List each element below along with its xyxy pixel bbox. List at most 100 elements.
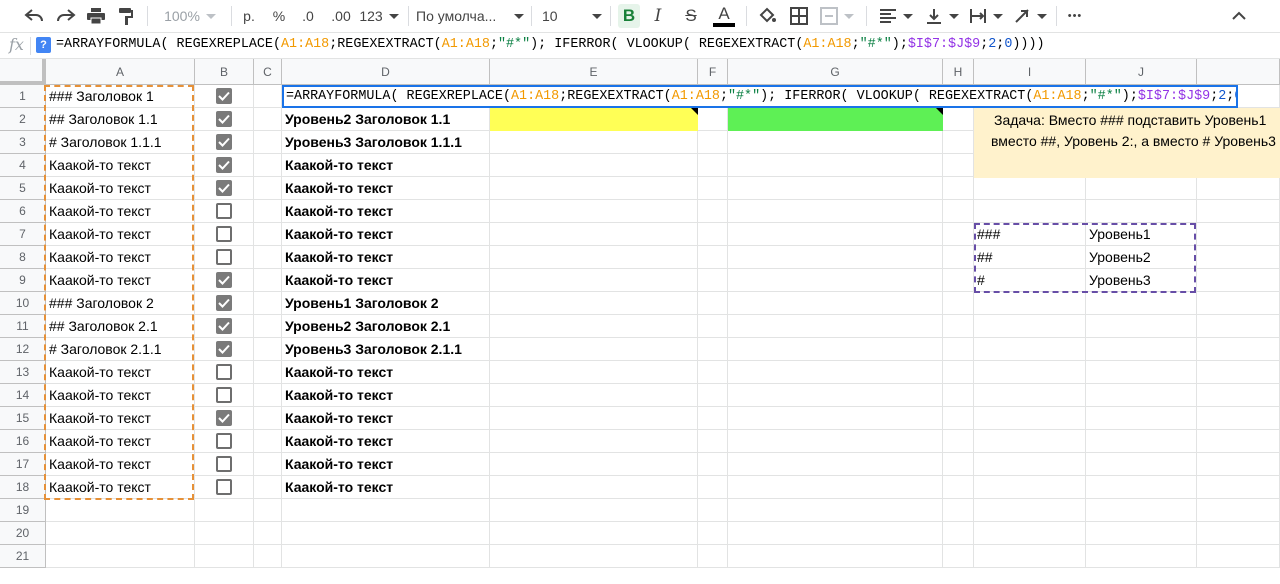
cell[interactable] [46,499,195,522]
cell[interactable] [943,315,974,338]
cell[interactable] [490,223,698,246]
cell[interactable] [698,223,728,246]
checkbox-checked[interactable] [216,180,232,196]
cell[interactable] [698,384,728,407]
cell[interactable] [1197,315,1280,338]
cell-a-text[interactable]: Каакой-то текст [46,384,195,407]
cell[interactable] [698,430,728,453]
row-header-7[interactable]: 7 [0,223,46,246]
cell[interactable] [974,338,1086,361]
cell-d-result[interactable]: Каакой-то текст [282,246,490,269]
cell[interactable] [195,499,254,522]
paint-format-icon[interactable] [114,0,138,32]
cell[interactable] [943,108,974,131]
row-header-16[interactable]: 16 [0,430,46,453]
cell[interactable] [943,338,974,361]
cell[interactable] [943,407,974,430]
column-header-g[interactable]: G [728,59,943,85]
cell-d-result[interactable]: Уровень3 Заголовок 1.1.1 [282,131,490,154]
cell[interactable] [1197,200,1280,223]
checkbox-unchecked[interactable] [216,456,232,472]
cell[interactable] [1197,384,1280,407]
cell[interactable] [282,522,490,545]
cell[interactable] [974,315,1086,338]
cell[interactable] [698,499,728,522]
zoom-select[interactable]: 100% [158,0,222,32]
column-header-d[interactable]: D [282,59,490,85]
cell[interactable] [1086,338,1197,361]
checkbox-checked[interactable] [216,318,232,334]
cell[interactable] [698,476,728,499]
cell-a-text[interactable]: Каакой-то текст [46,154,195,177]
cell[interactable] [728,292,943,315]
strikethrough-button[interactable]: S [680,0,702,32]
cell[interactable] [1197,407,1280,430]
cell[interactable] [728,177,943,200]
cell[interactable] [943,384,974,407]
borders-icon[interactable] [787,0,811,32]
cell[interactable] [254,361,282,384]
cell[interactable] [698,315,728,338]
cell-a-text[interactable]: Каакой-то текст [46,200,195,223]
lookup-key[interactable]: ## [974,246,1086,269]
cell[interactable] [282,545,490,568]
checkbox-unchecked[interactable] [216,203,232,219]
cell[interactable] [943,499,974,522]
column-header-c[interactable]: C [254,59,282,85]
row-header-10[interactable]: 10 [0,292,46,315]
cell[interactable] [974,430,1086,453]
lookup-value[interactable]: Уровень1 [1086,223,1197,246]
text-rotation-icon[interactable] [1010,0,1050,32]
cell-a-text[interactable]: Каакой-то текст [46,407,195,430]
cell[interactable] [974,453,1086,476]
cell[interactable] [490,338,698,361]
cell[interactable] [46,545,195,568]
lookup-value[interactable]: Уровень2 [1086,246,1197,269]
cell[interactable] [282,499,490,522]
column-header-b[interactable]: B [195,59,254,85]
cell[interactable] [728,407,943,430]
cell[interactable] [1197,453,1280,476]
row-header-14[interactable]: 14 [0,384,46,407]
checkbox-checked[interactable] [216,272,232,288]
row-header-12[interactable]: 12 [0,338,46,361]
cell[interactable] [974,361,1086,384]
cell[interactable] [490,269,698,292]
cell-a-text[interactable]: ## Заголовок 1.1 [46,108,195,131]
cell[interactable] [943,545,974,568]
row-header-4[interactable]: 4 [0,154,46,177]
cell[interactable] [254,545,282,568]
checkbox-checked[interactable] [216,410,232,426]
text-wrapping-icon[interactable] [966,0,1006,32]
cell[interactable] [974,407,1086,430]
cell[interactable] [728,453,943,476]
cell[interactable] [490,177,698,200]
cell[interactable] [254,108,282,131]
row-header-2[interactable]: 2 [0,108,46,131]
checkbox-checked[interactable] [216,88,232,104]
cell[interactable] [1197,177,1280,200]
green-fill-cell-g2[interactable] [728,108,943,131]
redo-icon[interactable] [52,0,80,32]
lookup-value[interactable]: Уровень3 [1086,269,1197,292]
cell[interactable] [1086,292,1197,315]
cell[interactable] [943,200,974,223]
cell[interactable] [254,223,282,246]
cell[interactable] [974,177,1086,200]
cell-d-result[interactable]: Каакой-то текст [282,200,490,223]
cell[interactable] [943,269,974,292]
cell-a-text[interactable]: Каакой-то текст [46,430,195,453]
row-header-17[interactable]: 17 [0,453,46,476]
collapse-toolbar-icon[interactable] [1226,0,1252,32]
cell[interactable] [943,177,974,200]
cell[interactable] [698,545,728,568]
checkbox-checked[interactable] [216,341,232,357]
cell[interactable] [698,407,728,430]
row-header-3[interactable]: 3 [0,131,46,154]
row-header-19[interactable]: 19 [0,499,46,522]
checkbox-unchecked[interactable] [216,226,232,242]
increase-decimal-button[interactable]: .00 [326,0,356,32]
cell[interactable] [728,522,943,545]
active-cell-editor[interactable]: =ARRAYFORMULA( REGEXREPLACE(A1:A18;REGEX… [282,85,1238,108]
cell-d-result[interactable]: Каакой-то текст [282,453,490,476]
